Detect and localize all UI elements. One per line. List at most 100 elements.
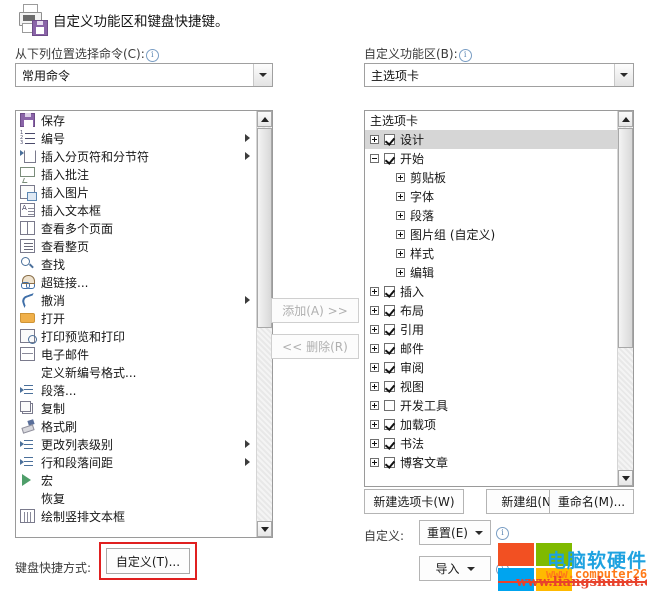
tree-node[interactable]: 布局: [365, 301, 617, 320]
new-tab-button[interactable]: 新建选项卡(W): [364, 489, 464, 514]
rename-button[interactable]: 重命名(M)...: [549, 489, 634, 514]
command-list-item[interactable]: 绘制竖排文本框: [16, 507, 256, 525]
command-list-item[interactable]: 恢复: [16, 489, 256, 507]
scroll-up-icon[interactable]: [257, 111, 272, 127]
expand-icon[interactable]: [396, 192, 405, 201]
available-commands-list[interactable]: 保存 123 编号插入分页符和分节符插入批注插入图片插入文本框查看多个页面查看整页查…: [15, 110, 273, 538]
expand-icon[interactable]: [370, 344, 379, 353]
command-list-item[interactable]: 行和段落间距: [16, 453, 256, 471]
import-split-button[interactable]: 导入: [419, 556, 491, 581]
command-list-item[interactable]: 定义新编号格式...: [16, 363, 256, 381]
tree-node[interactable]: 视图: [365, 377, 617, 396]
scroll-thumb[interactable]: [257, 128, 272, 328]
submenu-arrow-icon[interactable]: [245, 458, 250, 466]
tree-node[interactable]: 开发工具: [365, 396, 617, 415]
add-button[interactable]: 添加(A) >>: [271, 298, 359, 323]
expand-icon[interactable]: [396, 230, 405, 239]
submenu-arrow-icon[interactable]: [245, 440, 250, 448]
tree-node[interactable]: 开始: [365, 149, 617, 168]
command-list-item[interactable]: 1 2 3 编号: [16, 129, 256, 147]
command-list-item[interactable]: 撤消: [16, 291, 256, 309]
tree-node[interactable]: 审阅: [365, 358, 617, 377]
tree-node[interactable]: 设计: [365, 130, 617, 149]
commands-source-combo[interactable]: 常用命令: [15, 63, 273, 87]
tree-node-checkbox[interactable]: [384, 457, 395, 468]
command-list-item[interactable]: 段落...: [16, 381, 256, 399]
expand-icon[interactable]: [396, 173, 405, 182]
command-list-item[interactable]: 打印预览和打印: [16, 327, 256, 345]
tree-node-checkbox[interactable]: [384, 305, 395, 316]
tree-node-checkbox[interactable]: [384, 324, 395, 335]
expand-icon[interactable]: [396, 249, 405, 258]
remove-button[interactable]: << 删除(R): [271, 334, 359, 359]
info-icon[interactable]: i: [145, 49, 159, 62]
tree-node[interactable]: 图片组 (自定义): [365, 225, 617, 244]
command-list-item[interactable]: 保存: [16, 111, 256, 129]
scroll-down-icon[interactable]: [257, 521, 272, 537]
command-list-item[interactable]: 插入分页符和分节符: [16, 147, 256, 165]
tree-node[interactable]: 样式: [365, 244, 617, 263]
command-list-item[interactable]: 打开: [16, 309, 256, 327]
command-list-item[interactable]: 插入批注: [16, 165, 256, 183]
tree-node-checkbox[interactable]: [384, 362, 395, 373]
tree-node[interactable]: 剪贴板: [365, 168, 617, 187]
tree-node-checkbox[interactable]: [384, 400, 395, 411]
tree-node[interactable]: 段落: [365, 206, 617, 225]
command-list-item[interactable]: 宏: [16, 471, 256, 489]
tree-node-checkbox[interactable]: [384, 134, 395, 145]
command-list-item[interactable]: 插入图片: [16, 183, 256, 201]
tree-node[interactable]: 邮件: [365, 339, 617, 358]
ribbon-tree[interactable]: 主选项卡 设计 开始 剪贴板 字体 段落 图片组 (自定义) 样式 编辑 插入 布局 引用 邮件 审阅 视图…: [364, 110, 634, 487]
tree-node-checkbox[interactable]: [384, 153, 395, 164]
tree-node-checkbox[interactable]: [384, 381, 395, 392]
scroll-thumb[interactable]: [618, 128, 633, 348]
command-list-item[interactable]: 更改列表级别: [16, 435, 256, 453]
expand-icon[interactable]: [370, 458, 379, 467]
expand-icon[interactable]: [370, 306, 379, 315]
tree-node-checkbox[interactable]: [384, 343, 395, 354]
keyboard-customize-button[interactable]: 自定义(T)...: [106, 548, 190, 574]
left-list-scrollbar[interactable]: [256, 111, 272, 537]
expand-icon[interactable]: [370, 382, 379, 391]
command-list-item[interactable]: 超链接...: [16, 273, 256, 291]
tree-node-checkbox[interactable]: [384, 286, 395, 297]
info-icon[interactable]: i: [496, 527, 509, 540]
command-list-item[interactable]: 查看整页: [16, 237, 256, 255]
submenu-arrow-icon[interactable]: [245, 134, 250, 142]
tree-node[interactable]: 引用: [365, 320, 617, 339]
chevron-down-icon[interactable]: [253, 64, 272, 86]
submenu-arrow-icon[interactable]: [245, 296, 250, 304]
chevron-down-icon[interactable]: [474, 530, 483, 535]
reset-split-button[interactable]: 重置(E): [419, 520, 491, 545]
tree-node[interactable]: 编辑: [365, 263, 617, 282]
scroll-down-icon[interactable]: [618, 470, 633, 486]
command-list-item[interactable]: 插入文本框: [16, 201, 256, 219]
collapse-icon[interactable]: [370, 154, 379, 163]
tree-node[interactable]: 书法: [365, 434, 617, 453]
scroll-up-icon[interactable]: [618, 111, 633, 127]
ribbon-scope-combo[interactable]: 主选项卡: [364, 63, 634, 87]
expand-icon[interactable]: [370, 363, 379, 372]
expand-icon[interactable]: [396, 211, 405, 220]
tree-node[interactable]: 字体: [365, 187, 617, 206]
command-list-item[interactable]: 格式刷: [16, 417, 256, 435]
chevron-down-icon[interactable]: [614, 64, 633, 86]
expand-icon[interactable]: [370, 135, 379, 144]
command-list-item[interactable]: 查看多个页面: [16, 219, 256, 237]
tree-node-checkbox[interactable]: [384, 419, 395, 430]
submenu-arrow-icon[interactable]: [245, 152, 250, 160]
expand-icon[interactable]: [370, 325, 379, 334]
expand-icon[interactable]: [396, 268, 405, 277]
info-icon[interactable]: i: [458, 49, 472, 62]
expand-icon[interactable]: [370, 401, 379, 410]
command-list-item[interactable]: 复制: [16, 399, 256, 417]
expand-icon[interactable]: [370, 439, 379, 448]
expand-icon[interactable]: [370, 420, 379, 429]
expand-icon[interactable]: [370, 287, 379, 296]
command-list-item[interactable]: 查找: [16, 255, 256, 273]
command-list-item[interactable]: 电子邮件: [16, 345, 256, 363]
right-tree-scrollbar[interactable]: [617, 111, 633, 486]
tree-node[interactable]: 博客文章: [365, 453, 617, 472]
tree-node[interactable]: 加载项: [365, 415, 617, 434]
chevron-down-icon[interactable]: [466, 566, 475, 571]
